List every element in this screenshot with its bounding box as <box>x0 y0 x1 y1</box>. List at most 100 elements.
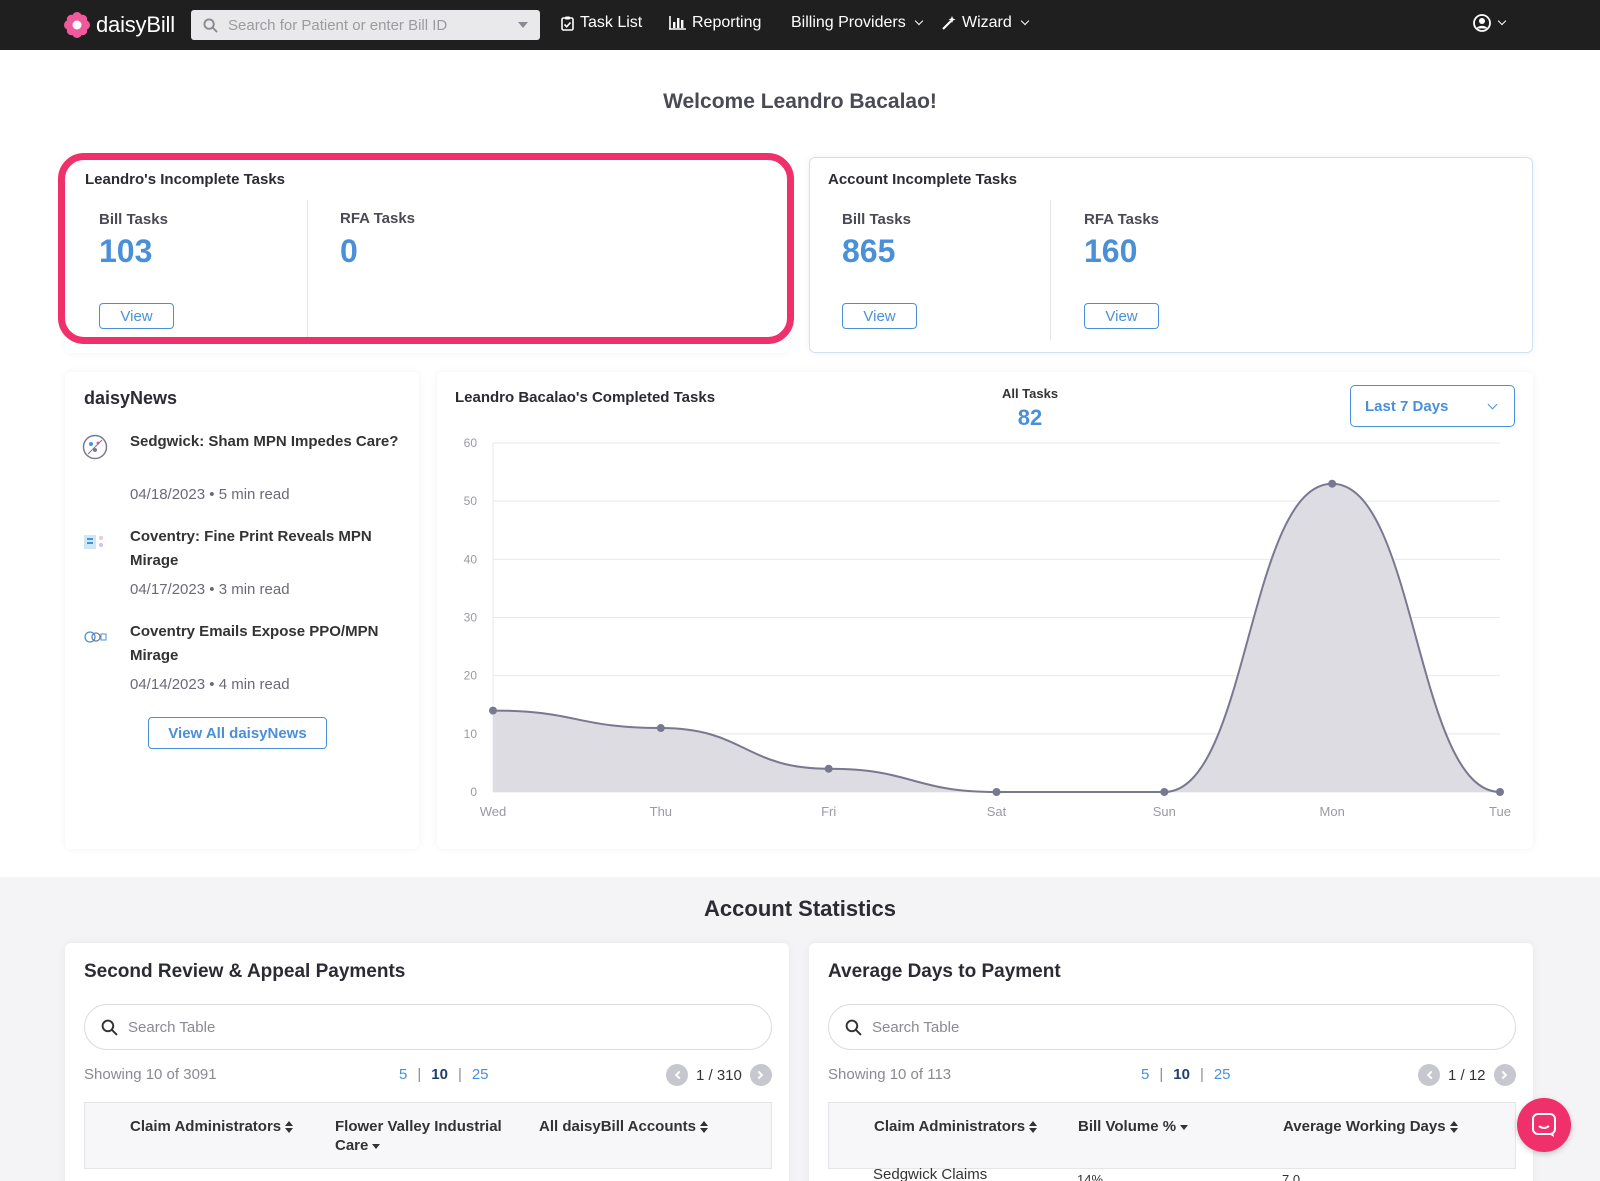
x-tick-label: Wed <box>480 804 507 819</box>
news-item-meta: 04/17/2023 • 3 min read <box>130 581 290 598</box>
second-review-title: Second Review & Appeal Payments <box>84 961 406 982</box>
chevron-left-icon <box>674 1070 683 1080</box>
next-page-button[interactable] <box>749 1064 772 1086</box>
all-tasks-label: All Tasks <box>1001 386 1059 401</box>
data-point <box>1328 479 1337 488</box>
news-item-meta: 04/14/2023 • 4 min read <box>130 676 290 693</box>
account-tasks-title: Account Incomplete Tasks <box>828 171 1017 188</box>
sort-icon <box>1029 1121 1038 1134</box>
column-label: Claim Administrators <box>874 1118 1026 1135</box>
column-header-flower-valley[interactable]: Flower Valley Industrial Care <box>335 1117 515 1155</box>
pagination: 1 / 12 <box>1418 1064 1516 1086</box>
table-header: Claim Administrators Flower Valley Indus… <box>84 1102 772 1168</box>
divider: | <box>1199 1066 1204 1083</box>
divider <box>307 200 308 340</box>
divider <box>1050 200 1051 340</box>
news-item-title[interactable]: Coventry: Fine Print Reveals MPN Mirage <box>130 525 400 573</box>
search-table-placeholder: Search Table <box>128 1018 216 1036</box>
table-cell: Sedgwick Claims <box>873 1166 988 1181</box>
search-icon <box>845 1019 862 1036</box>
chevron-down-icon <box>1497 16 1507 26</box>
column-header-claim-administrators[interactable]: Claim Administrators <box>130 1117 294 1136</box>
my-bill-tasks-count: 103 <box>99 233 153 269</box>
page-size-10[interactable]: 10 <box>431 1066 448 1083</box>
chevron-left-icon <box>1426 1070 1435 1080</box>
welcome-heading: Welcome Leandro Bacalao! <box>663 90 937 113</box>
column-header-all-accounts[interactable]: All daisyBill Accounts <box>539 1117 708 1136</box>
divider: | <box>417 1066 422 1083</box>
column-header-bill-volume[interactable]: Bill Volume % <box>1078 1117 1189 1136</box>
top-navbar: daisyBill Search for Patient or enter Bi… <box>0 0 1600 50</box>
my-rfa-tasks-count: 0 <box>340 233 358 269</box>
news-item[interactable]: Sedgwick: Sham MPN Impedes Care? 04/18/2… <box>82 430 398 510</box>
account-bill-tasks-view-button[interactable]: View <box>842 303 917 329</box>
x-tick-label: Thu <box>650 804 672 819</box>
nav-task-list[interactable]: Task List <box>561 14 642 32</box>
news-read-time: 4 min read <box>218 676 290 693</box>
nav-billing-providers[interactable]: Billing Providers <box>791 14 923 32</box>
nav-reporting[interactable]: Reporting <box>669 14 761 32</box>
caret-down-icon[interactable] <box>518 22 528 28</box>
search-icon <box>203 17 218 33</box>
user-menu[interactable] <box>1473 14 1507 32</box>
bullet-separator: • <box>209 581 215 598</box>
chevron-down-icon <box>914 16 923 26</box>
column-label: Claim Administrators <box>130 1118 282 1135</box>
search-table-placeholder: Search Table <box>872 1018 960 1036</box>
bullet-separator: • <box>209 676 215 693</box>
y-tick-label: 60 <box>464 436 478 450</box>
account-rfa-tasks-label: RFA Tasks <box>1084 211 1160 228</box>
page-size-selector: 5 | 10 | 25 <box>1141 1066 1231 1083</box>
page-size-5[interactable]: 5 <box>399 1066 407 1083</box>
divider <box>84 1168 772 1169</box>
my-bill-tasks-label: Bill Tasks <box>99 211 168 228</box>
next-page-button[interactable] <box>1493 1064 1516 1086</box>
account-rfa-tasks-view-button[interactable]: View <box>1084 303 1159 329</box>
chat-launcher-button[interactable] <box>1517 1098 1571 1152</box>
pagination: 1 / 310 <box>666 1064 772 1086</box>
page-size-selector: 5 | 10 | 25 <box>399 1066 489 1083</box>
nav-wizard[interactable]: Wizard <box>941 14 1030 32</box>
nav-wizard-label: Wizard <box>962 14 1012 31</box>
page-size-5[interactable]: 5 <box>1141 1066 1149 1083</box>
search-table-input[interactable]: Search Table <box>828 1004 1516 1050</box>
chevron-down-icon <box>1487 399 1498 410</box>
account-rfa-tasks-count: 160 <box>1084 233 1138 269</box>
news-item-title[interactable]: Sedgwick: Sham MPN Impedes Care? <box>130 430 400 454</box>
news-item-title[interactable]: Coventry Emails Expose PPO/MPN Mirage <box>130 620 400 668</box>
table-cell: 7.0 <box>1282 1172 1301 1181</box>
news-date: 04/17/2023 <box>130 581 206 598</box>
y-tick-label: 50 <box>464 494 478 508</box>
view-all-news-button[interactable]: View All daisyNews <box>148 717 327 749</box>
news-date: 04/14/2023 <box>130 676 206 693</box>
y-tick-label: 20 <box>464 669 478 683</box>
news-thumbnail-icon <box>84 535 103 549</box>
search-table-input[interactable]: Search Table <box>84 1004 772 1050</box>
previous-page-button[interactable] <box>666 1064 688 1086</box>
sort-descending-icon <box>1180 1124 1189 1130</box>
page-size-25[interactable]: 25 <box>472 1066 489 1083</box>
x-tick-label: Fri <box>821 804 836 819</box>
logo-text: daisyBill <box>96 12 175 37</box>
news-item[interactable]: Coventry: Fine Print Reveals MPN Mirage … <box>82 525 382 605</box>
magic-wand-icon <box>942 15 956 30</box>
my-bill-tasks-view-button[interactable]: View <box>99 303 174 329</box>
daisybill-logo[interactable]: daisyBill <box>64 10 175 40</box>
divider: | <box>1159 1066 1164 1083</box>
page-size-10[interactable]: 10 <box>1173 1066 1190 1083</box>
column-header-claim-administrators[interactable]: Claim Administrators <box>874 1117 1038 1136</box>
previous-page-button[interactable] <box>1418 1064 1440 1086</box>
page-size-25[interactable]: 25 <box>1214 1066 1231 1083</box>
divider: | <box>457 1066 462 1083</box>
patient-search-input[interactable]: Search for Patient or enter Bill ID <box>191 10 540 40</box>
chevron-right-icon <box>1498 1070 1508 1080</box>
bar-chart-icon <box>669 16 686 30</box>
column-header-average-working-days[interactable]: Average Working Days <box>1283 1117 1458 1136</box>
data-point <box>1496 788 1504 796</box>
completed-tasks-title: Leandro Bacalao's Completed Tasks <box>455 389 716 406</box>
data-point <box>1160 788 1169 796</box>
y-tick-label: 10 <box>464 727 478 741</box>
daisy-flower-icon <box>64 12 90 38</box>
news-item[interactable]: Coventry Emails Expose PPO/MPN Mirage 04… <box>82 620 382 700</box>
column-label: Average Working Days <box>1283 1118 1446 1135</box>
